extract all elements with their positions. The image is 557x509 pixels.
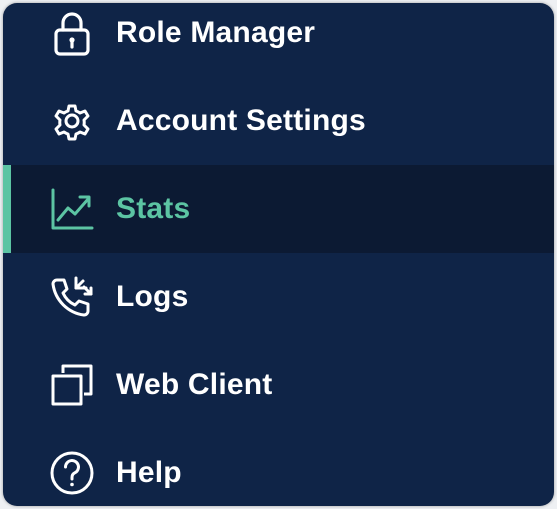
phone-calls-icon xyxy=(49,274,95,320)
menu-item-stats[interactable]: Stats xyxy=(3,165,554,253)
menu-item-label: Logs xyxy=(116,280,189,313)
menu-item-web-client[interactable]: Web Client xyxy=(3,341,554,429)
lock-icon xyxy=(49,10,95,56)
navigation-menu: Role Manager Account Settings Stats Logs… xyxy=(3,3,554,506)
trending-chart-icon xyxy=(49,186,95,232)
question-circle-icon xyxy=(49,450,95,496)
menu-item-label: Stats xyxy=(116,192,191,225)
menu-item-account-settings[interactable]: Account Settings xyxy=(3,77,554,165)
copy-windows-icon xyxy=(49,362,95,408)
menu-item-help[interactable]: Help xyxy=(3,429,554,506)
menu-item-label: Help xyxy=(116,456,182,489)
menu-item-label: Role Manager xyxy=(116,16,316,49)
gear-icon xyxy=(49,98,95,144)
menu-item-label: Account Settings xyxy=(116,104,366,137)
menu-item-logs[interactable]: Logs xyxy=(3,253,554,341)
menu-item-label: Web Client xyxy=(116,368,273,401)
active-indicator xyxy=(3,165,11,253)
menu-item-role-manager[interactable]: Role Manager xyxy=(3,3,554,77)
